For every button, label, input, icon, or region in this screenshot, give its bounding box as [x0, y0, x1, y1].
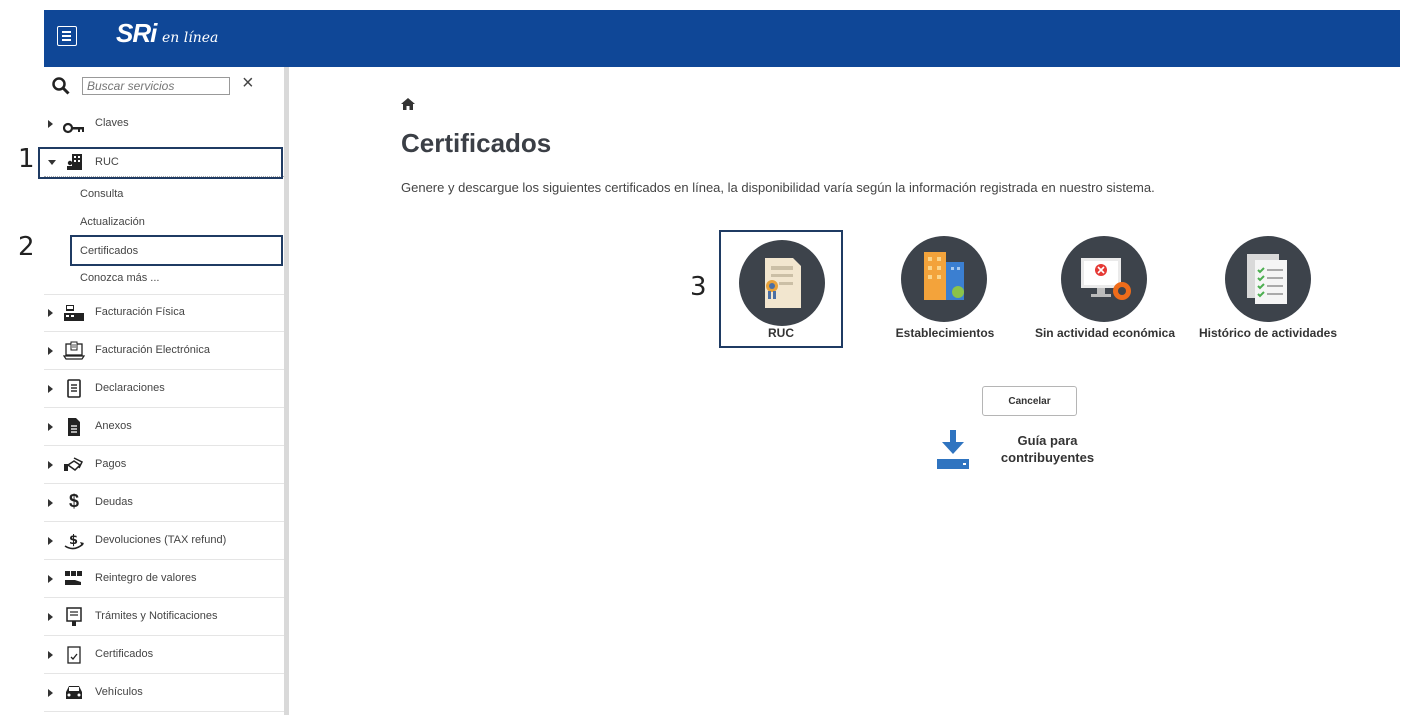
- caret-right-icon: [48, 499, 53, 507]
- sidebar-item-claves[interactable]: Claves: [44, 105, 284, 143]
- certificate-label-establecimientos: Establecimientos: [895, 326, 995, 340]
- caret-right-icon: [48, 575, 53, 583]
- sidebar-item-certificados[interactable]: Certificados: [44, 636, 284, 674]
- search-input[interactable]: [82, 77, 230, 95]
- caret-right-icon: [48, 613, 53, 621]
- car-icon: [66, 686, 82, 699]
- certificate-card-ruc[interactable]: RUC: [726, 240, 836, 340]
- certificate-label-historico: Histórico de actividades: [1198, 326, 1338, 340]
- laptop-receipt-icon: [63, 341, 85, 360]
- sidebar-item-vehiculos[interactable]: Vehículos: [44, 674, 284, 712]
- page-title: Certificados: [401, 128, 552, 158]
- caret-right-icon: [48, 651, 53, 659]
- sri-logo[interactable]: SRi: [116, 18, 157, 49]
- guide-label-line1: Guía para: [1017, 433, 1078, 448]
- search-icon[interactable]: [52, 77, 70, 95]
- forms-icon: [66, 607, 82, 626]
- highlight-box-ruc: [38, 147, 283, 179]
- certificate-label-ruc: RUC: [768, 326, 794, 340]
- cancel-button[interactable]: Cancelar: [982, 386, 1077, 416]
- buildings-icon: [901, 236, 987, 322]
- sidebar-item-devoluciones[interactable]: $ Devoluciones (TAX refund): [44, 522, 284, 560]
- money-hand-icon: [65, 571, 82, 585]
- certificate-icon: [67, 646, 81, 664]
- logo-subtitle: en línea: [162, 30, 219, 46]
- sidebar-item-anexos[interactable]: Anexos: [44, 408, 284, 446]
- caret-right-icon: [48, 423, 53, 431]
- sidebar-subitem-conozca-mas[interactable]: Conozca más ...: [80, 272, 159, 284]
- home-icon[interactable]: [401, 98, 415, 110]
- refund-icon: $: [64, 533, 84, 550]
- annotation-number-1: 1: [18, 144, 35, 174]
- sidebar-item-deudas[interactable]: $ Deudas: [44, 484, 284, 522]
- guide-label-line2: contribuyentes: [1000, 450, 1095, 465]
- annotation-number-2: 2: [18, 232, 35, 262]
- caret-right-icon: [48, 385, 53, 393]
- certificate-label-sin-actividad: Sin actividad económica: [1034, 326, 1176, 340]
- caret-right-icon: [48, 347, 53, 355]
- monitor-gear-icon: [1061, 236, 1147, 322]
- certificate-card-establecimientos[interactable]: Establecimientos: [890, 236, 1000, 346]
- sidebar-item-facturacion-fisica[interactable]: Facturación Física: [44, 294, 284, 332]
- cash-register-icon: [64, 305, 84, 321]
- highlight-box-certificados: [70, 235, 283, 266]
- sidebar-item-reintegro[interactable]: Reintegro de valores: [44, 560, 284, 598]
- certificate-doc-icon: [739, 240, 825, 326]
- hamburger-menu-icon[interactable]: [57, 26, 77, 46]
- sidebar-item-tramites[interactable]: Trámites y Notificaciones: [44, 598, 284, 636]
- handshake-icon: [64, 457, 84, 471]
- checklist-icon: [1225, 236, 1311, 322]
- page-description: Genere y descargue los siguientes certif…: [401, 180, 1155, 195]
- dollar-icon: $: [68, 491, 79, 511]
- key-icon: [63, 122, 84, 134]
- guide-link[interactable]: Guía para contribuyentes: [990, 432, 1105, 466]
- file-icon: [68, 418, 80, 436]
- svg-text:$: $: [69, 533, 78, 548]
- sidebar-item-facturacion-electronica[interactable]: Facturación Electrónica: [44, 332, 284, 370]
- certificate-card-sin-actividad[interactable]: Sin actividad económica: [1035, 236, 1175, 356]
- caret-right-icon: [48, 120, 53, 128]
- close-icon[interactable]: ×: [242, 73, 254, 93]
- caret-right-icon: [48, 689, 53, 697]
- sidebar-item-declaraciones[interactable]: Declaraciones: [44, 370, 284, 408]
- download-icon[interactable]: [936, 430, 970, 470]
- caret-right-icon: [48, 309, 53, 317]
- sidebar-subitem-actualizacion[interactable]: Actualización: [80, 216, 145, 228]
- document-lines-icon: [67, 379, 81, 398]
- top-bar: SRi en línea: [44, 10, 1400, 67]
- sidebar-scrollbar[interactable]: [284, 67, 289, 715]
- caret-right-icon: [48, 461, 53, 469]
- caret-right-icon: [48, 537, 53, 545]
- sidebar-item-pagos[interactable]: Pagos: [44, 446, 284, 484]
- certificate-card-historico[interactable]: Histórico de actividades: [1199, 236, 1337, 356]
- annotation-number-3: 3: [690, 272, 707, 302]
- sidebar-subitem-consulta[interactable]: Consulta: [80, 188, 123, 200]
